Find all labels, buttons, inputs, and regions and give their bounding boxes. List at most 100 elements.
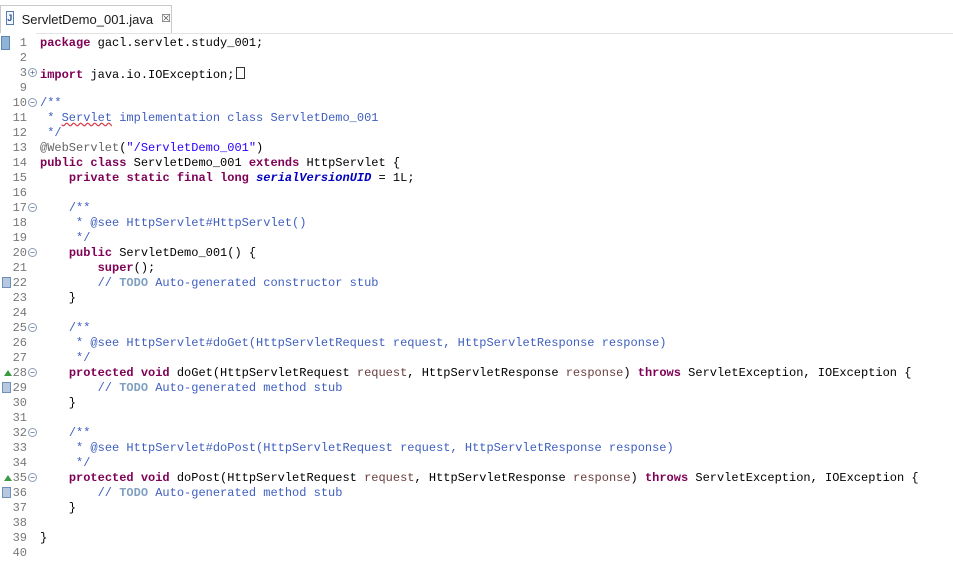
code-text: */ bbox=[68, 456, 91, 470]
code-text: package gacl.servlet.study_001; bbox=[40, 36, 264, 50]
code-line[interactable]: 38 bbox=[0, 516, 953, 531]
code-line[interactable]: 25− /** bbox=[0, 321, 953, 336]
line-number: 26 bbox=[12, 336, 27, 350]
code-line[interactable]: 34 */ bbox=[0, 456, 953, 471]
fold-collapse-icon[interactable]: − bbox=[28, 428, 37, 437]
code-text: protected void doGet(HttpServletRequest … bbox=[68, 366, 912, 380]
code-line[interactable]: 21 super(); bbox=[0, 261, 953, 276]
line-number: 3 bbox=[19, 66, 27, 80]
code-text: // TODO Auto-generated method stub bbox=[97, 486, 343, 500]
code-line[interactable]: 35− protected void doPost(HttpServletReq… bbox=[0, 471, 953, 486]
line-number: 12 bbox=[12, 126, 27, 140]
code-text: /** bbox=[40, 96, 62, 110]
close-icon[interactable]: ☒ bbox=[161, 14, 171, 25]
editor-tab-bar: J ServletDemo_001.java ☒ bbox=[0, 0, 953, 34]
task-marker-icon[interactable] bbox=[2, 277, 11, 288]
line-number: 24 bbox=[12, 306, 27, 320]
code-line[interactable]: 31 bbox=[0, 411, 953, 426]
code-text: super(); bbox=[97, 261, 156, 275]
code-line[interactable]: 36 // TODO Auto-generated method stub bbox=[0, 486, 953, 501]
override-triangle-icon[interactable] bbox=[4, 370, 12, 376]
line-number: 25 bbox=[12, 321, 27, 335]
code-text: public ServletDemo_001() { bbox=[68, 246, 257, 260]
fold-expand-icon[interactable]: + bbox=[28, 68, 37, 77]
code-line[interactable]: 9 bbox=[0, 81, 953, 96]
code-text: */ bbox=[68, 351, 91, 365]
line-number: 15 bbox=[12, 171, 27, 185]
code-text: */ bbox=[68, 231, 91, 245]
line-number: 18 bbox=[12, 216, 27, 230]
fold-collapse-icon[interactable]: − bbox=[28, 248, 37, 257]
line-number: 17 bbox=[12, 201, 27, 215]
code-line[interactable]: 39} bbox=[0, 531, 953, 546]
code-line[interactable]: 33 * @see HttpServlet#doPost(HttpServlet… bbox=[0, 441, 953, 456]
task-marker-icon[interactable] bbox=[2, 487, 11, 498]
line-number: 27 bbox=[12, 351, 27, 365]
line-number: 11 bbox=[12, 111, 27, 125]
line-number: 32 bbox=[12, 426, 27, 440]
java-file-icon: J bbox=[6, 10, 14, 25]
code-line[interactable]: 10−/** bbox=[0, 96, 953, 111]
code-line[interactable]: 29 // TODO Auto-generated method stub bbox=[0, 381, 953, 396]
code-editor[interactable]: 1 package gacl.servlet.study_001; 2 3 + impor… bbox=[0, 33, 953, 561]
fold-collapse-icon[interactable]: − bbox=[28, 368, 37, 377]
code-line[interactable]: 17− /** bbox=[0, 201, 953, 216]
code-text: * @see HttpServlet#doGet(HttpServletRequ… bbox=[68, 336, 667, 350]
code-line[interactable]: 16 bbox=[0, 186, 953, 201]
line-number: 33 bbox=[12, 441, 27, 455]
code-line[interactable]: 20− public ServletDemo_001() { bbox=[0, 246, 953, 261]
collapsed-imports-box-icon[interactable] bbox=[236, 67, 246, 79]
line-number: 39 bbox=[12, 531, 27, 545]
line-number: 34 bbox=[12, 456, 27, 470]
code-line[interactable]: 40 bbox=[0, 546, 953, 561]
tab-label: ServletDemo_001.java bbox=[21, 12, 154, 27]
line-number: 38 bbox=[12, 516, 27, 530]
code-line[interactable]: 1 package gacl.servlet.study_001; bbox=[0, 36, 953, 51]
code-line[interactable]: 26 * @see HttpServlet#doGet(HttpServletR… bbox=[0, 336, 953, 351]
code-line[interactable]: 12 */ bbox=[0, 126, 953, 141]
code-line[interactable]: 3 + import java.io.IOException; bbox=[0, 66, 953, 82]
line-number: 2 bbox=[19, 51, 27, 65]
fold-collapse-icon[interactable]: − bbox=[28, 323, 37, 332]
code-line[interactable]: 11 * Servlet implementation class Servle… bbox=[0, 111, 953, 126]
code-line[interactable]: 32− /** bbox=[0, 426, 953, 441]
task-marker-icon[interactable] bbox=[2, 382, 11, 393]
code-line[interactable]: 2 bbox=[0, 51, 953, 66]
fold-collapse-icon[interactable]: − bbox=[28, 473, 37, 482]
code-line[interactable]: 30 } bbox=[0, 396, 953, 411]
code-line[interactable]: 37 } bbox=[0, 501, 953, 516]
line-number: 10 bbox=[12, 96, 27, 110]
line-number: 20 bbox=[12, 246, 27, 260]
code-line[interactable]: 24 bbox=[0, 306, 953, 321]
code-text: /** bbox=[68, 426, 91, 440]
code-line[interactable]: 22 // TODO Auto-generated constructor st… bbox=[0, 276, 953, 291]
code-text: // TODO Auto-generated method stub bbox=[97, 381, 343, 395]
fold-collapse-icon[interactable]: − bbox=[28, 98, 37, 107]
line-number: 37 bbox=[12, 501, 27, 515]
code-line[interactable]: 23 } bbox=[0, 291, 953, 306]
code-text: /** bbox=[68, 201, 91, 215]
code-text: public class ServletDemo_001 extends Htt… bbox=[40, 156, 401, 170]
code-line[interactable]: 28− protected void doGet(HttpServletRequ… bbox=[0, 366, 953, 381]
code-text: /** bbox=[68, 321, 91, 335]
override-triangle-icon[interactable] bbox=[4, 475, 12, 481]
code-text: // TODO Auto-generated constructor stub bbox=[97, 276, 379, 290]
code-line[interactable]: 18 * @see HttpServlet#HttpServlet() bbox=[0, 216, 953, 231]
fold-collapse-icon[interactable]: − bbox=[28, 203, 37, 212]
code-line[interactable]: 13 @WebServlet("/ServletDemo_001") bbox=[0, 141, 953, 156]
tab-servletdemo-001[interactable]: J ServletDemo_001.java ☒ bbox=[0, 5, 172, 33]
code-text: @WebServlet("/ServletDemo_001") bbox=[40, 141, 264, 155]
current-line-marker bbox=[1, 36, 10, 50]
line-number: 9 bbox=[19, 81, 27, 95]
code-line[interactable]: 27 */ bbox=[0, 351, 953, 366]
code-line[interactable]: 15 private static final long serialVersi… bbox=[0, 171, 953, 186]
code-text: protected void doPost(HttpServletRequest… bbox=[68, 471, 919, 485]
line-number: 16 bbox=[12, 186, 27, 200]
line-number: 19 bbox=[12, 231, 27, 245]
code-text: } bbox=[40, 396, 77, 410]
code-text: */ bbox=[40, 126, 62, 140]
code-text: } bbox=[40, 531, 48, 545]
code-line[interactable]: 14 public class ServletDemo_001 extends H… bbox=[0, 156, 953, 171]
code-line[interactable]: 19 */ bbox=[0, 231, 953, 246]
line-number: 14 bbox=[12, 156, 27, 170]
